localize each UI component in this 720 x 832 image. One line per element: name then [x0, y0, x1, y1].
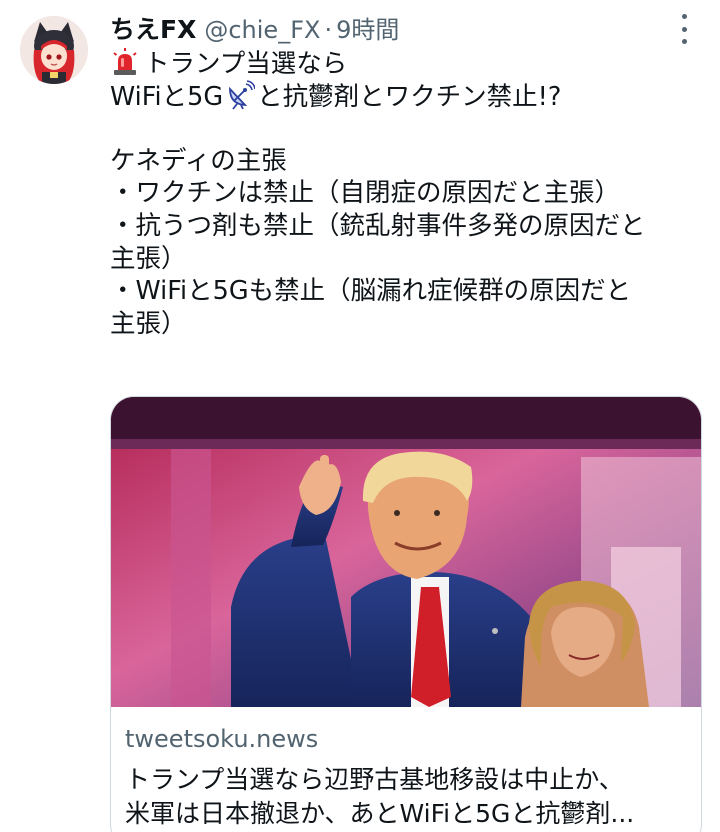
link-preview-card[interactable]: tweetsoku.news トランプ当選なら辺野古基地移設は中止か、 米軍は日… [110, 396, 702, 832]
rotating-light-icon [113, 48, 137, 75]
avatar[interactable] [20, 16, 88, 84]
tweet-text: トランプ当選なら WiFiと5G と抗鬱剤とワクチン禁止!? ケネディの主張 ・… [110, 47, 704, 340]
satellite-antenna-icon [229, 79, 256, 110]
tweet-line-text: WiFiと5G [110, 81, 224, 112]
tweet-line-text: と抗鬱剤とワクチン禁止!? [257, 81, 562, 112]
tweet-line: 主張） [110, 243, 187, 274]
display-name[interactable]: ちえFX [110, 10, 196, 46]
more-dot [681, 26, 687, 32]
tweet-line: ケネディの主張 [110, 145, 287, 176]
timestamp[interactable]: 9時間 [336, 10, 399, 45]
avatar-image [20, 16, 88, 84]
card-title-line: 米軍は日本撤退か、あとWiFiと5Gと抗鬱剤... [125, 799, 635, 828]
tweet-line: ・抗うつ剤も禁止（銃乱射事件多発の原因だと [110, 210, 646, 241]
tweet-line: トランプ当選なら [110, 47, 704, 80]
header-separator: · [324, 16, 333, 44]
tweet-line: WiFiと5G と抗鬱剤とワクチン禁止!? [110, 79, 704, 113]
user-handle[interactable]: @chie_FX [204, 16, 320, 44]
tweet-line: ・WiFiと5Gも禁止（脳漏れ症候群の原因だと [110, 276, 632, 307]
more-options-icon[interactable] [672, 14, 696, 44]
tweet[interactable]: ちえFX @chie_FX · 9時間 トランプ当選なら WiFiと5G と抗鬱… [0, 0, 720, 832]
card-title-line: トランプ当選なら辺野古基地移設は中止か、 [125, 765, 624, 794]
more-dot [681, 39, 687, 44]
card-title: トランプ当選なら辺野古基地移設は中止か、 米軍は日本撤退か、あとWiFiと5Gと… [125, 763, 691, 831]
card-image [111, 397, 701, 707]
tweet-line: ・ワクチンは禁止（自閉症の原因だと主張） [110, 178, 621, 209]
more-dot [681, 14, 687, 19]
card-domain: tweetsoku.news [125, 725, 319, 753]
tweet-header: ちえFX @chie_FX · 9時間 [110, 10, 399, 46]
tweet-line: 主張） [110, 308, 187, 339]
tweet-line-text: トランプ当選なら [144, 49, 348, 79]
